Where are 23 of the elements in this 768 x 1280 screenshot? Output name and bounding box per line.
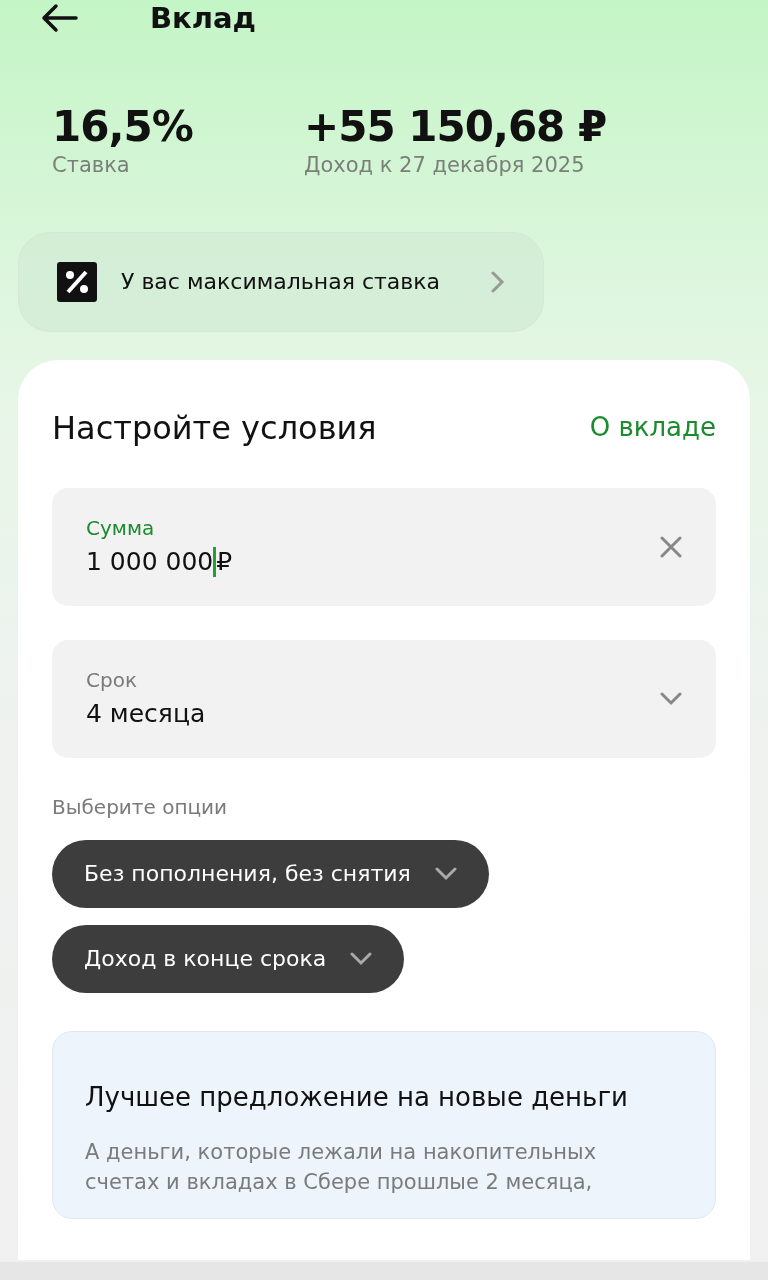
page-title: Вклад [150, 0, 257, 36]
stat-value: +55 150,68 ₽ [304, 104, 607, 151]
options-label: Выберите опции [52, 793, 229, 821]
section-title: Настройте условия [52, 407, 377, 449]
chevron-down-icon [660, 691, 682, 706]
option-dropdown[interactable]: Доход в конце срока [52, 924, 405, 993]
promo-text: А деньги, которые лежали на накопительных счетах и вкладах в Сбере прошлые 2 месяца, [85, 1138, 598, 1197]
chevron-right-icon [491, 270, 505, 293]
chevron-down-icon [434, 866, 457, 881]
about-link[interactable]: О вкладе [589, 408, 716, 448]
stat-value: 16,5% [52, 104, 194, 151]
term-select[interactable]: Срок 4 месяца [52, 639, 716, 758]
stat-label: Ставка [52, 152, 131, 180]
percent-icon [57, 261, 97, 302]
rate-banner[interactable]: У вас максимальная ставка [18, 231, 544, 332]
chevron-down-icon [350, 951, 373, 966]
amount-field[interactable]: Сумма 1 000 000₽ [52, 487, 716, 606]
text-cursor [213, 546, 217, 577]
back-button[interactable] [40, 3, 78, 33]
stat-label: Доход к 27 декабря 2025 [304, 152, 586, 180]
option-dropdown[interactable]: Без пополнения, без снятия [52, 839, 489, 908]
promo-title: Лучшее предложение на новые деньги [85, 1080, 629, 1114]
close-icon[interactable] [660, 535, 682, 558]
